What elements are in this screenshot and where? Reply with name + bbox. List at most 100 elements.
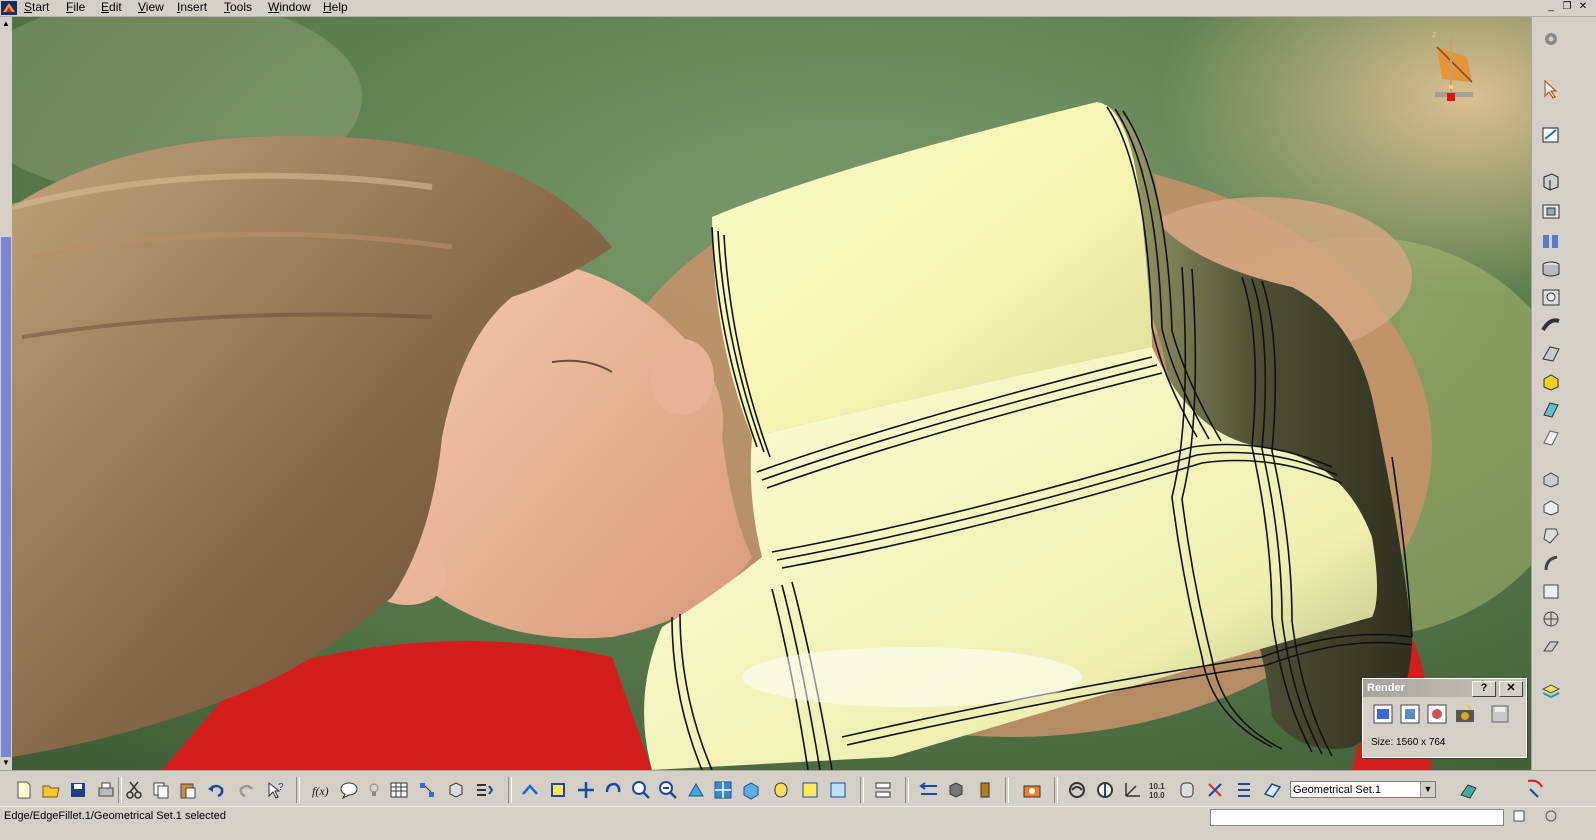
graph-icon[interactable]	[417, 780, 437, 800]
zoom-in-icon[interactable]	[631, 780, 651, 800]
formula-icon[interactable]: f(x)	[311, 780, 331, 800]
scroll-down-arrow-icon[interactable]: ▼	[1, 758, 11, 768]
fit-all-icon[interactable]	[548, 780, 568, 800]
mass-icon[interactable]	[946, 780, 966, 800]
axis-icon[interactable]	[1095, 780, 1115, 800]
new-file-icon[interactable]	[14, 780, 34, 800]
left-scrollbar[interactable]: ▲ ▼	[0, 17, 12, 770]
fly-mode-icon[interactable]	[520, 780, 540, 800]
render-options-icon[interactable]	[1399, 703, 1421, 725]
3d-viewport[interactable]: z	[12, 17, 1531, 770]
table-icon[interactable]	[389, 780, 409, 800]
rib-icon[interactable]	[1540, 315, 1562, 335]
whats-this-icon[interactable]: ?	[266, 780, 286, 800]
stop-icon[interactable]	[1544, 809, 1558, 823]
menu-file[interactable]: File	[66, 0, 85, 16]
camera-icon[interactable]	[1022, 780, 1042, 800]
chevron-down-icon[interactable]: ▼	[1420, 782, 1435, 797]
render-title-text: Render	[1367, 682, 1405, 694]
gear-icon[interactable]	[1540, 29, 1562, 49]
chamfer-icon[interactable]	[1540, 525, 1562, 545]
coordinates-icon[interactable]	[1122, 780, 1142, 800]
draft-icon[interactable]	[1540, 427, 1562, 447]
menu-help[interactable]: Help	[323, 0, 348, 16]
save-render-icon[interactable]	[1489, 703, 1511, 725]
command-input[interactable]	[1210, 809, 1504, 826]
scan-icon[interactable]: 10.110.0	[1149, 780, 1169, 800]
open-folder-icon[interactable]	[41, 780, 61, 800]
thickness-icon[interactable]	[1540, 497, 1562, 517]
multi-view-icon[interactable]	[713, 780, 733, 800]
fillet-icon[interactable]	[1540, 553, 1562, 573]
redo-icon[interactable]	[237, 780, 257, 800]
menu-edit[interactable]: Edit	[101, 0, 122, 16]
select-arrow-icon[interactable]	[1540, 79, 1562, 99]
knowledge-advisor-icon[interactable]	[339, 780, 359, 800]
slot-icon[interactable]	[1540, 343, 1562, 363]
solid-combine-icon[interactable]	[1540, 399, 1562, 419]
hierarchy-icon[interactable]	[1205, 780, 1225, 800]
copy-icon[interactable]	[151, 780, 171, 800]
shaft-icon[interactable]	[1540, 231, 1562, 251]
render-quick-icon[interactable]	[1372, 703, 1394, 725]
zoom-out-icon[interactable]	[658, 780, 678, 800]
toolbar-separator	[296, 777, 300, 803]
undo-icon[interactable]	[206, 780, 226, 800]
toolbar-separator	[905, 777, 909, 803]
geometrical-set-select[interactable]: Geometrical Set.1 ▼	[1290, 781, 1436, 798]
groove-icon[interactable]	[1540, 259, 1562, 279]
print-icon[interactable]	[96, 780, 116, 800]
extrude-icon[interactable]	[1540, 171, 1562, 191]
status-text: Edge/EdgeFillet.1/Geometrical Set.1 sele…	[4, 810, 226, 822]
rotate-icon[interactable]	[603, 780, 623, 800]
multi-section-icon[interactable]	[1540, 371, 1562, 391]
catia-app-icon[interactable]	[0, 0, 18, 16]
restore-button[interactable]: ❐	[1560, 1, 1574, 14]
pattern-icon[interactable]	[1540, 637, 1562, 657]
update-icon[interactable]	[474, 780, 494, 800]
render-close-button[interactable]: ✕	[1499, 681, 1523, 697]
pan-icon[interactable]	[576, 780, 596, 800]
shading-icon[interactable]	[771, 780, 791, 800]
work-object-icon[interactable]	[1262, 780, 1282, 800]
hole-icon[interactable]	[1540, 287, 1562, 307]
close-button[interactable]: ✕	[1576, 1, 1590, 14]
menu-window[interactable]: Window	[268, 0, 311, 16]
copy-paste-icon[interactable]	[1177, 780, 1197, 800]
render-settings-icon[interactable]	[1426, 703, 1448, 725]
pocket-icon[interactable]	[1540, 201, 1562, 221]
menu-insert[interactable]: Insert	[177, 0, 207, 16]
save-icon[interactable]	[68, 780, 88, 800]
shell-icon[interactable]	[1540, 469, 1562, 489]
sketch-icon[interactable]	[1540, 125, 1562, 145]
cut-icon[interactable]	[124, 780, 144, 800]
capture-camera-icon[interactable]	[1454, 703, 1476, 725]
measure-item-icon[interactable]	[919, 780, 939, 800]
iso-view-icon[interactable]	[741, 780, 761, 800]
layers-icon[interactable]	[1540, 681, 1562, 701]
light-bulb-icon[interactable]	[364, 780, 384, 800]
render-panel-title: Render ? ✕	[1363, 679, 1526, 697]
hide-show-icon[interactable]	[800, 780, 820, 800]
toolbar-separator	[118, 777, 122, 803]
symmetry-icon[interactable]	[1540, 609, 1562, 629]
translate-icon[interactable]	[1540, 581, 1562, 601]
scroll-up-arrow-icon[interactable]: ▲	[1, 19, 11, 29]
render-help-button[interactable]: ?	[1472, 681, 1496, 697]
toolbar-separator	[860, 777, 864, 803]
window-tile-icon[interactable]	[1512, 809, 1526, 823]
measure-between-icon[interactable]	[873, 780, 893, 800]
menu-start[interactable]: Start	[24, 0, 49, 16]
scrollbar-thumb[interactable]	[1, 237, 11, 757]
normal-view-icon[interactable]	[686, 780, 706, 800]
paste-icon[interactable]	[178, 780, 198, 800]
minimize-button[interactable]: _	[1544, 1, 1558, 14]
capture-icon[interactable]	[975, 780, 995, 800]
swap-space-icon[interactable]	[828, 780, 848, 800]
geometric-set-icon[interactable]	[1234, 780, 1254, 800]
shapes-icon[interactable]	[1458, 780, 1478, 800]
menu-view[interactable]: View	[138, 0, 164, 16]
analysis-icon[interactable]	[446, 780, 466, 800]
menu-tools[interactable]: Tools	[224, 0, 252, 16]
hybrid-icon[interactable]	[1067, 780, 1087, 800]
